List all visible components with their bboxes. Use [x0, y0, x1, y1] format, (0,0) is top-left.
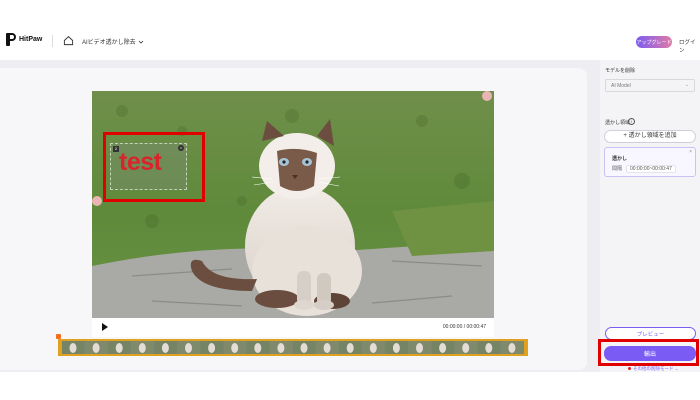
timeline-thumbnail-subject	[231, 343, 239, 353]
settings-panel	[600, 60, 700, 372]
model-section-label: モデルを削除	[605, 68, 636, 74]
close-icon[interactable]: ×	[689, 149, 692, 155]
card-duration-row: 間隔 00:00:00~00:00:47	[612, 165, 676, 173]
tool-dropdown-label: AIビデオ透かし除去	[82, 40, 136, 46]
timeline-thumbnail-subject	[346, 343, 354, 353]
annotation-highlight-watermark	[103, 132, 205, 202]
cat-video-frame	[92, 91, 494, 318]
timeline-thumbnail-subject	[439, 343, 447, 353]
timeline-thumbnail-subject	[138, 343, 146, 353]
timeline-thumbnail-subject	[69, 343, 77, 353]
region-section-label: 透かし領域	[605, 120, 631, 126]
upgrade-button[interactable]: アップグレード	[636, 36, 672, 48]
timeline-thumbnail-subject	[92, 343, 100, 353]
dot-icon	[628, 367, 631, 370]
video-preview[interactable]	[92, 91, 494, 318]
player-controls: 00:00:00 / 00:00:47	[92, 318, 494, 337]
timeline-thumbnail-subject	[161, 343, 169, 353]
tool-dropdown[interactable]: AIビデオ透かし除去	[82, 37, 144, 46]
time-range-field[interactable]: 00:00:00~00:00:47	[626, 165, 676, 173]
timeline-thumbnail-subject	[508, 343, 516, 353]
top-header: HitPaw AIビデオ透かし除去 アップグレード ログイン	[0, 0, 700, 60]
login-link[interactable]: ログイン	[679, 38, 700, 54]
timeline-thumbnail-subject	[462, 343, 470, 353]
info-icon[interactable]: i	[628, 118, 635, 125]
annotation-highlight-export	[598, 339, 699, 366]
model-select[interactable]: AI Model ⌄	[605, 79, 695, 92]
home-icon[interactable]	[63, 35, 74, 46]
watermark-card[interactable]: 透かし × 間隔 00:00:00~00:00:47	[604, 147, 696, 177]
timeline-thumbnail-subject	[115, 343, 123, 353]
timeline-thumbnail-subject	[254, 343, 262, 353]
header-divider	[52, 35, 53, 47]
timeline-thumbnail-subject	[369, 343, 377, 353]
timeline-thumbnail-subject	[485, 343, 493, 353]
timeline-thumbnail-subject	[300, 343, 308, 353]
card-duration-label: 間隔	[612, 166, 623, 172]
timeline-thumbnail-subject	[208, 343, 216, 353]
timecode: 00:00:00 / 00:00:47	[442, 324, 486, 330]
chevron-down-icon	[138, 40, 143, 44]
other-mode-label: その他の削除モード ⌄	[633, 366, 679, 371]
timeline-thumbnail-subject	[392, 343, 400, 353]
timeline-strip[interactable]	[58, 339, 528, 356]
timeline-thumbnail-subject	[277, 343, 285, 353]
timeline-thumbnail-subject	[416, 343, 423, 353]
add-region-button[interactable]: + 透かし領域を追加	[604, 130, 696, 143]
model-select-value: AI Model	[611, 83, 631, 89]
logo-text: HitPaw	[19, 36, 43, 43]
chevron-down-icon: ⌄	[684, 82, 689, 88]
other-mode-link[interactable]: その他の削除モード ⌄	[628, 366, 679, 372]
logo[interactable]: HitPaw	[6, 33, 42, 46]
timeline-thumbnail-subject	[185, 343, 192, 353]
timeline-thumbnail-subject	[323, 343, 331, 353]
play-icon[interactable]	[102, 323, 108, 331]
hitpaw-logo-icon	[6, 33, 16, 46]
card-title: 透かし	[612, 156, 628, 162]
